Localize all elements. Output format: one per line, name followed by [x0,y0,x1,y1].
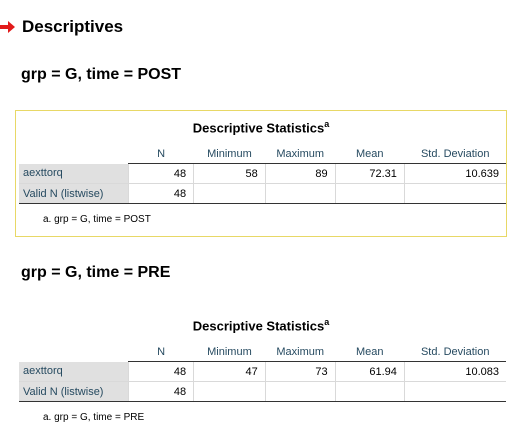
row-label: aexttorq [19,163,129,184]
col-header-minimum: Minimum [193,144,266,164]
col-header-mean: Mean [335,144,405,164]
col-header-n: N [128,342,194,362]
cell-empty [403,183,506,204]
cell-empty [264,381,336,402]
table-row: aexttorq 48 58 89 72.31 10.639 [19,163,506,184]
cell-n: 48 [128,183,194,204]
table-title: Descriptive Statisticsa [192,317,330,334]
stats-table: N Minimum Maximum Mean Std. Deviation ae… [19,342,506,402]
col-header-maximum: Maximum [265,144,336,164]
section-heading-pre: grp = G, time = PRE [21,264,171,281]
col-header-std-deviation: Std. Deviation [404,144,506,164]
row-label: Valid N (listwise) [19,183,129,204]
col-header-maximum: Maximum [265,342,336,362]
table-title: Descriptive Statisticsa [192,119,330,136]
cell-empty [334,381,405,402]
output-heading: Descriptives [0,16,123,38]
cell-empty [264,183,336,204]
table-footnote: a. grp = G, time = POST [43,214,151,225]
red-arrow-icon [0,21,15,33]
cell-maximum: 73 [264,361,336,382]
row-label: Valid N (listwise) [19,381,129,402]
cell-mean: 61.94 [334,361,405,382]
col-header-mean: Mean [335,342,405,362]
cell-n: 48 [128,163,194,184]
col-header-n: N [128,144,194,164]
descriptive-table-pre[interactable]: Descriptive Statisticsa N Minimum Maximu… [15,308,507,432]
row-label: aexttorq [19,361,129,382]
cell-empty [334,183,405,204]
table-footnote: a. grp = G, time = PRE [43,412,145,423]
cell-empty [193,183,266,204]
cell-minimum: 58 [193,163,266,184]
cell-std-deviation: 10.639 [403,163,506,184]
stats-table: N Minimum Maximum Mean Std. Deviation ae… [19,144,506,204]
descriptive-table-post[interactable]: Descriptive Statisticsa N Minimum Maximu… [15,110,507,237]
cell-mean: 72.31 [334,163,405,184]
cell-empty [193,381,266,402]
table-row: aexttorq 48 47 73 61.94 10.083 [19,361,506,382]
corner-cell [19,144,129,164]
cell-std-deviation: 10.083 [403,361,506,382]
cell-empty [403,381,506,402]
cell-n: 48 [128,361,194,382]
cell-n: 48 [128,381,194,402]
corner-cell [19,342,129,362]
section-heading-post: grp = G, time = POST [21,66,182,83]
cell-maximum: 89 [264,163,336,184]
descriptives-title: Descriptives [22,17,124,36]
table-row: Valid N (listwise) 48 [19,183,506,204]
table-row: Valid N (listwise) 48 [19,381,506,402]
col-header-std-deviation: Std. Deviation [404,342,506,362]
cell-minimum: 47 [193,361,266,382]
col-header-minimum: Minimum [193,342,266,362]
